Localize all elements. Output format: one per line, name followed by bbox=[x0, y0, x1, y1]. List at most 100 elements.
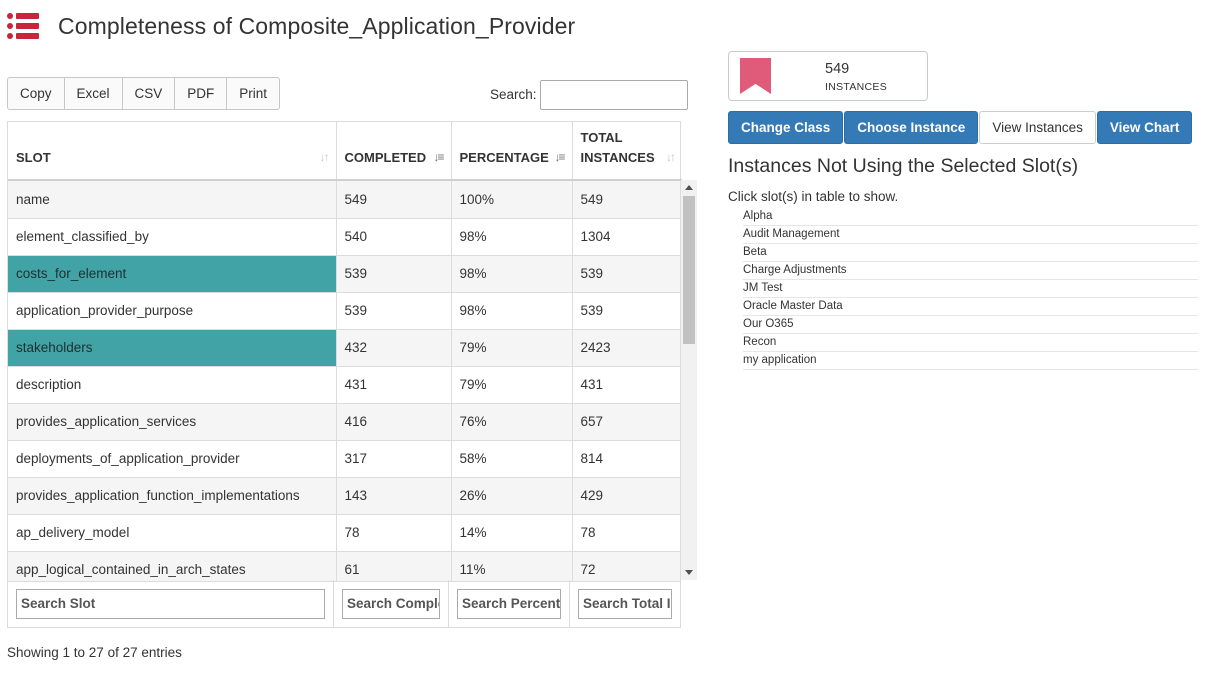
list-icon bbox=[7, 12, 39, 40]
cell-completed: 549 bbox=[336, 181, 452, 219]
table-search-input[interactable] bbox=[540, 80, 688, 110]
cell-total-instances: 657 bbox=[572, 403, 680, 441]
copy-button[interactable]: Copy bbox=[7, 77, 65, 110]
panel-help-text: Click slot(s) in table to show. bbox=[728, 189, 899, 204]
table-row[interactable]: ap_delivery_model 78 14% 78 bbox=[8, 514, 680, 552]
csv-button[interactable]: CSV bbox=[121, 77, 176, 110]
print-button[interactable]: Print bbox=[226, 77, 281, 110]
table-scrollbar[interactable] bbox=[681, 180, 697, 580]
bookmark-icon bbox=[740, 58, 771, 94]
instance-list-item: Our O365 bbox=[743, 316, 1198, 334]
instance-list-item: Charge Adjustments bbox=[743, 262, 1198, 280]
cell-percentage: 79% bbox=[451, 329, 573, 367]
table-row[interactable]: app_logical_contained_in_arch_states 61 11… bbox=[8, 551, 680, 581]
cell-slot[interactable]: name bbox=[8, 181, 337, 219]
cell-slot[interactable]: element_classified_by bbox=[8, 218, 337, 256]
sort-desc-icon: ↓≡ bbox=[433, 150, 444, 164]
sort-desc-icon: ↓≡ bbox=[554, 150, 565, 164]
cell-total-instances: 549 bbox=[572, 181, 680, 219]
table-row[interactable]: costs_for_element 539 98% 539 bbox=[8, 255, 680, 293]
completeness-table: SLOT ↓↑ COMPLETED ↓≡ PERCENTAGE ↓≡ TOTAL IN… bbox=[7, 121, 682, 582]
filter-completed-input[interactable]: Search Complé bbox=[342, 589, 440, 619]
choose-instance-button[interactable]: Choose Instance bbox=[844, 111, 979, 144]
panel-title: Instances Not Using the Selected Slot(s) bbox=[728, 155, 1079, 177]
cell-total-instances: 2423 bbox=[572, 329, 680, 367]
cell-slot[interactable]: costs_for_element bbox=[8, 255, 337, 293]
scroll-up-icon[interactable] bbox=[685, 185, 693, 190]
change-class-button[interactable]: Change Class bbox=[728, 111, 844, 144]
instance-list-item: Audit Management bbox=[743, 226, 1198, 244]
cell-slot[interactable]: provides_application_services bbox=[8, 403, 337, 441]
page-title: Completeness of Composite_Application_Pr… bbox=[58, 12, 576, 39]
cell-completed: 61 bbox=[336, 551, 452, 581]
filter-percentage-input[interactable]: Search Percent bbox=[457, 589, 561, 619]
cell-percentage: 58% bbox=[451, 440, 573, 478]
cell-completed: 540 bbox=[336, 218, 452, 256]
table-row[interactable]: provides_application_function_implementa… bbox=[8, 477, 680, 515]
cell-completed: 432 bbox=[336, 329, 452, 367]
filter-total-input[interactable]: Search Total I bbox=[578, 589, 672, 619]
cell-completed: 143 bbox=[336, 477, 452, 515]
instance-list-item: JM Test bbox=[743, 280, 1198, 298]
pdf-button[interactable]: PDF bbox=[174, 77, 228, 110]
sort-icon: ↓↑ bbox=[319, 150, 330, 164]
cell-slot[interactable]: deployments_of_application_provider bbox=[8, 440, 337, 478]
cell-total-instances: 72 bbox=[572, 551, 680, 581]
excel-button[interactable]: Excel bbox=[63, 77, 123, 110]
cell-slot[interactable]: stakeholders bbox=[8, 329, 337, 367]
instance-list: Alpha Audit Management Beta Charge Adjustme… bbox=[743, 208, 1198, 370]
cell-completed: 539 bbox=[336, 292, 452, 330]
export-button-group: Copy Excel CSV PDF Print bbox=[7, 77, 281, 110]
cell-slot[interactable]: app_logical_contained_in_arch_states bbox=[8, 551, 337, 581]
instance-count: 549 bbox=[825, 61, 850, 77]
table-row[interactable]: element_classified_by 540 98% 1304 bbox=[8, 218, 680, 256]
column-header-total-instances[interactable]: TOTAL INSTANCES ↓↑ bbox=[572, 122, 682, 181]
instance-count-label: INSTANCES bbox=[825, 81, 888, 93]
instance-list-item: Oracle Master Data bbox=[743, 298, 1198, 316]
cell-total-instances: 1304 bbox=[572, 218, 680, 256]
scrollbar-thumb[interactable] bbox=[683, 196, 695, 344]
instance-count-card: 549 INSTANCES bbox=[728, 51, 928, 101]
column-header-slot[interactable]: SLOT ↓↑ bbox=[8, 122, 337, 181]
cell-total-instances: 814 bbox=[572, 440, 680, 478]
cell-percentage: 98% bbox=[451, 292, 573, 330]
cell-percentage: 76% bbox=[451, 403, 573, 441]
cell-slot[interactable]: description bbox=[8, 366, 337, 404]
cell-percentage: 100% bbox=[451, 181, 573, 219]
instance-list-item: Alpha bbox=[743, 208, 1198, 226]
view-instances-button[interactable]: View Instances bbox=[979, 111, 1096, 144]
cell-percentage: 98% bbox=[451, 218, 573, 256]
filter-slot-input[interactable]: Search Slot bbox=[16, 589, 325, 619]
cell-completed: 431 bbox=[336, 366, 452, 404]
table-row[interactable]: stakeholders 432 79% 2423 bbox=[8, 329, 680, 367]
instance-list-item: Beta bbox=[743, 244, 1198, 262]
column-header-percentage[interactable]: PERCENTAGE ↓≡ bbox=[451, 122, 573, 181]
cell-slot[interactable]: provides_application_function_implementa… bbox=[8, 477, 337, 515]
table-row[interactable]: application_provider_purpose 539 98% 539 bbox=[8, 292, 680, 330]
cell-total-instances: 539 bbox=[572, 255, 680, 293]
cell-completed: 317 bbox=[336, 440, 452, 478]
instance-list-item: my application bbox=[743, 352, 1198, 370]
table-row[interactable]: name 549 100% 549 bbox=[8, 181, 680, 219]
column-header-completed[interactable]: COMPLETED ↓≡ bbox=[336, 122, 452, 181]
cell-slot[interactable]: ap_delivery_model bbox=[8, 514, 337, 552]
scroll-down-icon[interactable] bbox=[685, 570, 693, 575]
page-header: Completeness of Composite_Application_Pr… bbox=[7, 10, 575, 42]
cell-percentage: 26% bbox=[451, 477, 573, 515]
table-row[interactable]: deployments_of_application_provider 317 58… bbox=[8, 440, 680, 478]
table-info: Showing 1 to 27 of 27 entries bbox=[7, 645, 182, 660]
view-chart-button[interactable]: View Chart bbox=[1096, 111, 1193, 144]
table-row[interactable]: provides_application_services 416 76% 657 bbox=[8, 403, 680, 441]
table-row[interactable]: description 431 79% 431 bbox=[8, 366, 680, 404]
cell-total-instances: 431 bbox=[572, 366, 680, 404]
cell-slot[interactable]: application_provider_purpose bbox=[8, 292, 337, 330]
sort-icon: ↓↑ bbox=[666, 150, 676, 164]
cell-percentage: 79% bbox=[451, 366, 573, 404]
table-body[interactable]: name 549 100% 549 element_classified_by 540 98… bbox=[8, 181, 680, 581]
instance-list-item: Recon bbox=[743, 334, 1198, 352]
cell-total-instances: 78 bbox=[572, 514, 680, 552]
column-filter-row: Search Slot Search Complé Search Percent… bbox=[7, 580, 681, 628]
cell-completed: 78 bbox=[336, 514, 452, 552]
cell-percentage: 98% bbox=[451, 255, 573, 293]
cell-completed: 539 bbox=[336, 255, 452, 293]
